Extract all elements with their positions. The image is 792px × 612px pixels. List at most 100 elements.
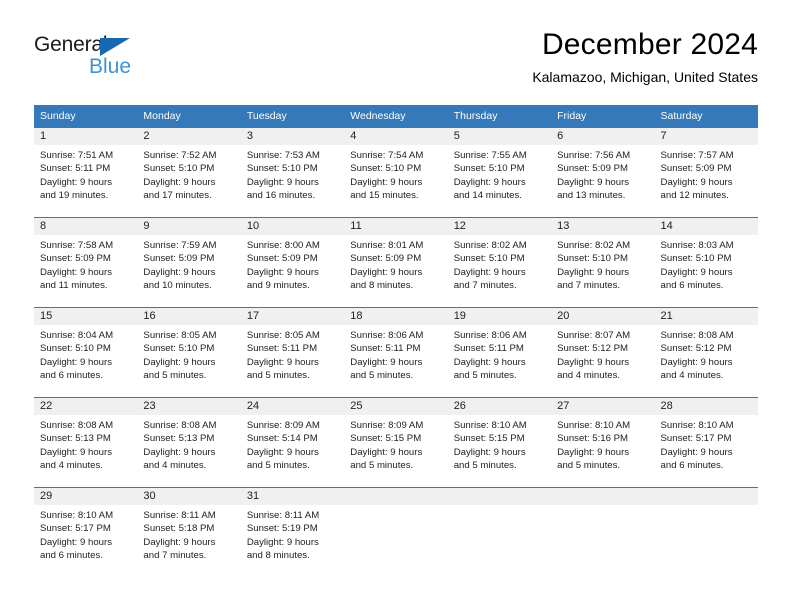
day-number: 23 [137,397,241,415]
day-number: 31 [240,487,345,505]
day-cell[interactable]: 27 Sunrise: 8:10 AM Sunset: 5:16 PM Dayl… [551,397,655,487]
daylight-text-line1: Daylight: 9 hours [143,356,216,368]
weekday-header-tuesday: Tuesday [240,105,345,128]
sunrise-text: Sunrise: 8:05 AM [246,329,320,341]
day-number: 1 [34,127,138,145]
day-cell[interactable]: 9 Sunrise: 7:59 AM Sunset: 5:09 PM Dayli… [137,217,241,307]
day-number [344,487,448,505]
daylight-text-line2: and 8 minutes. [350,280,414,292]
day-cell[interactable]: 19 Sunrise: 8:06 AM Sunset: 5:11 PM Dayl… [447,307,552,397]
day-details: Sunrise: 8:04 AM Sunset: 5:10 PM Dayligh… [34,325,137,383]
day-cell[interactable]: 3 Sunrise: 7:53 AM Sunset: 5:10 PM Dayli… [240,127,345,217]
daylight-text-line1: Daylight: 9 hours [143,176,216,188]
day-cell[interactable]: 24 Sunrise: 8:09 AM Sunset: 5:14 PM Dayl… [240,397,345,487]
day-cell[interactable]: 23 Sunrise: 8:08 AM Sunset: 5:13 PM Dayl… [137,397,241,487]
sunset-text: Sunset: 5:12 PM [557,343,629,355]
daylight-text-line1: Daylight: 9 hours [557,356,630,368]
day-details: Sunrise: 8:08 AM Sunset: 5:13 PM Dayligh… [34,415,137,473]
day-details: Sunrise: 8:02 AM Sunset: 5:10 PM Dayligh… [448,235,551,293]
sunset-text: Sunset: 5:19 PM [246,523,318,535]
day-details: Sunrise: 7:55 AM Sunset: 5:10 PM Dayligh… [448,145,551,203]
day-number: 9 [137,217,241,235]
day-cell[interactable]: 6 Sunrise: 7:56 AM Sunset: 5:09 PM Dayli… [551,127,655,217]
weekday-header-wednesday: Wednesday [344,105,448,128]
daylight-text-line1: Daylight: 9 hours [143,266,216,278]
day-cell-empty [447,487,552,577]
day-details: Sunrise: 8:10 AM Sunset: 5:16 PM Dayligh… [551,415,654,473]
day-details [448,505,551,509]
day-cell[interactable]: 18 Sunrise: 8:06 AM Sunset: 5:11 PM Dayl… [344,307,448,397]
day-cell[interactable]: 31 Sunrise: 8:11 AM Sunset: 5:19 PM Dayl… [240,487,345,577]
daylight-text-line2: and 17 minutes. [143,190,212,202]
day-cell[interactable]: 16 Sunrise: 8:05 AM Sunset: 5:10 PM Dayl… [137,307,241,397]
daylight-text-line2: and 4 minutes. [143,460,207,472]
daylight-text-line2: and 4 minutes. [660,370,724,382]
day-number: 8 [34,217,138,235]
daylight-text-line2: and 9 minutes. [246,280,310,292]
daylight-text-line2: and 13 minutes. [557,190,626,202]
sunset-text: Sunset: 5:10 PM [453,163,525,175]
daylight-text-line1: Daylight: 9 hours [40,266,112,278]
daylight-text-line1: Daylight: 9 hours [660,446,733,458]
day-cell[interactable]: 28 Sunrise: 8:10 AM Sunset: 5:17 PM Dayl… [654,397,758,487]
sunset-text: Sunset: 5:10 PM [453,253,525,265]
sunrise-text: Sunrise: 8:04 AM [40,329,114,341]
day-cell[interactable]: 5 Sunrise: 7:55 AM Sunset: 5:10 PM Dayli… [447,127,552,217]
day-cell[interactable]: 26 Sunrise: 8:10 AM Sunset: 5:15 PM Dayl… [447,397,552,487]
day-cell[interactable]: 29 Sunrise: 8:10 AM Sunset: 5:17 PM Dayl… [34,487,138,577]
day-cell[interactable]: 22 Sunrise: 8:08 AM Sunset: 5:13 PM Dayl… [34,397,138,487]
day-details: Sunrise: 8:05 AM Sunset: 5:10 PM Dayligh… [137,325,240,383]
daylight-text-line2: and 16 minutes. [246,190,316,202]
day-number: 24 [240,397,345,415]
daylight-text-line2: and 4 minutes. [557,370,621,382]
day-cell[interactable]: 14 Sunrise: 8:03 AM Sunset: 5:10 PM Dayl… [654,217,758,307]
weekday-header-monday: Monday [137,105,241,128]
day-cell[interactable]: 7 Sunrise: 7:57 AM Sunset: 5:09 PM Dayli… [654,127,758,217]
title-block: December 2024 Kalamazoo, Michigan, Unite… [532,28,758,85]
day-cell[interactable]: 2 Sunrise: 7:52 AM Sunset: 5:10 PM Dayli… [137,127,241,217]
sunset-text: Sunset: 5:16 PM [557,433,629,445]
day-cell[interactable]: 10 Sunrise: 8:00 AM Sunset: 5:09 PM Dayl… [240,217,345,307]
day-cell[interactable]: 30 Sunrise: 8:11 AM Sunset: 5:18 PM Dayl… [137,487,241,577]
daylight-text-line1: Daylight: 9 hours [660,176,733,188]
day-number: 15 [34,307,138,325]
sunset-text: Sunset: 5:10 PM [143,343,215,355]
sunset-text: Sunset: 5:09 PM [660,163,732,175]
day-details: Sunrise: 8:10 AM Sunset: 5:17 PM Dayligh… [655,415,758,473]
day-cell[interactable]: 8 Sunrise: 7:58 AM Sunset: 5:09 PM Dayli… [34,217,138,307]
calendar-week-row: 15 Sunrise: 8:04 AM Sunset: 5:10 PM Dayl… [34,306,758,398]
daylight-text-line1: Daylight: 9 hours [660,266,733,278]
sunrise-text: Sunrise: 8:08 AM [660,329,734,341]
sunset-text: Sunset: 5:13 PM [143,433,215,445]
daylight-text-line1: Daylight: 9 hours [350,266,423,278]
day-cell[interactable]: 13 Sunrise: 8:02 AM Sunset: 5:10 PM Dayl… [551,217,655,307]
sunrise-text: Sunrise: 8:03 AM [660,239,734,251]
daylight-text-line1: Daylight: 9 hours [143,536,216,548]
day-cell[interactable]: 4 Sunrise: 7:54 AM Sunset: 5:10 PM Dayli… [344,127,448,217]
daylight-text-line1: Daylight: 9 hours [40,356,112,368]
day-cell[interactable]: 21 Sunrise: 8:08 AM Sunset: 5:12 PM Dayl… [654,307,758,397]
day-cell[interactable]: 17 Sunrise: 8:05 AM Sunset: 5:11 PM Dayl… [240,307,345,397]
day-number: 14 [654,217,758,235]
day-cell[interactable]: 25 Sunrise: 8:09 AM Sunset: 5:15 PM Dayl… [344,397,448,487]
brand-logo[interactable]: General Blue [34,32,174,88]
sunrise-text: Sunrise: 8:06 AM [453,329,527,341]
day-cell[interactable]: 11 Sunrise: 8:01 AM Sunset: 5:09 PM Dayl… [344,217,448,307]
daylight-text-line1: Daylight: 9 hours [143,446,216,458]
day-details: Sunrise: 8:03 AM Sunset: 5:10 PM Dayligh… [655,235,758,293]
daylight-text-line2: and 6 minutes. [40,370,103,382]
sunrise-text: Sunrise: 7:53 AM [246,149,320,161]
day-number [654,487,758,505]
weekday-header-saturday: Saturday [654,105,758,128]
daylight-text-line2: and 19 minutes. [40,190,109,202]
sunset-text: Sunset: 5:17 PM [40,523,111,535]
day-cell[interactable]: 12 Sunrise: 8:02 AM Sunset: 5:10 PM Dayl… [447,217,552,307]
day-cell[interactable]: 1 Sunrise: 7:51 AM Sunset: 5:11 PM Dayli… [34,127,138,217]
day-details: Sunrise: 8:11 AM Sunset: 5:18 PM Dayligh… [137,505,240,563]
day-cell[interactable]: 15 Sunrise: 8:04 AM Sunset: 5:10 PM Dayl… [34,307,138,397]
calendar-grid: Sunday Monday Tuesday Wednesday Thursday… [34,105,758,577]
brand-name-blue: Blue [89,55,132,78]
day-cell[interactable]: 20 Sunrise: 8:07 AM Sunset: 5:12 PM Dayl… [551,307,655,397]
daylight-text-line1: Daylight: 9 hours [40,176,112,188]
day-details: Sunrise: 7:54 AM Sunset: 5:10 PM Dayligh… [344,145,447,203]
